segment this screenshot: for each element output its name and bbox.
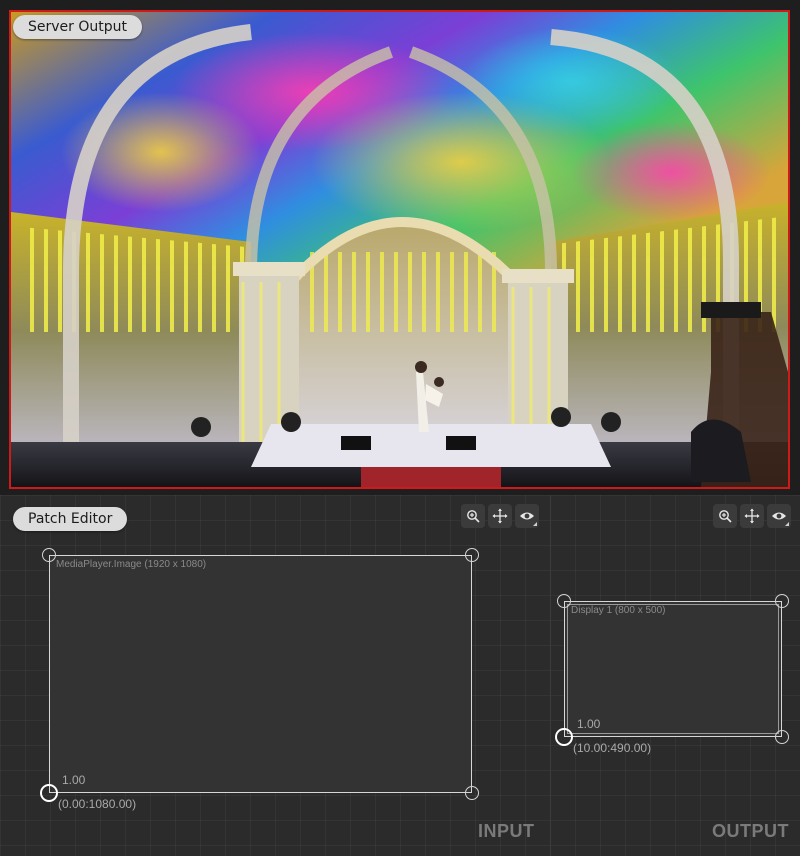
output-origin-coordinates: (10.00:490.00) [573,741,652,755]
input-toolbar [461,504,539,528]
output-handle-bottom-right[interactable] [775,730,789,744]
dropdown-corner-icon [533,522,537,526]
move-icon [744,508,760,524]
patch-editor-label: Patch Editor [13,507,128,531]
move-icon [492,508,508,524]
output-handle-top-left[interactable] [557,594,571,608]
projection-photo [11,12,788,487]
input-section-label: INPUT [478,821,535,841]
input-surface-title: MediaPlayer.Image (1920 x 1080) [56,559,207,570]
input-surface[interactable]: MediaPlayer.Image (1920 x 1080) [49,555,472,793]
input-zoom-button[interactable] [461,504,485,528]
input-handle-origin[interactable] [40,784,58,802]
input-output-divider [550,495,551,856]
input-handle-top-right[interactable] [465,548,479,562]
input-scale-value: 1.00 [62,773,86,787]
output-surface-title: Display 1 (800 x 500) [571,605,666,616]
output-handle-origin[interactable] [555,728,573,746]
server-output-label: Server Output [13,15,142,39]
output-move-button[interactable] [740,504,764,528]
output-visibility-button[interactable] [767,504,791,528]
zoom-icon [719,510,732,523]
input-visibility-button[interactable] [515,504,539,528]
eye-icon [772,512,786,520]
input-handle-bottom-right[interactable] [465,786,479,800]
zoom-icon [467,510,480,523]
input-move-button[interactable] [488,504,512,528]
input-handle-top-left[interactable] [42,548,56,562]
output-handle-top-right[interactable] [775,594,789,608]
output-toolbar [713,504,791,528]
server-output-panel: Server Output [0,0,800,495]
output-zoom-button[interactable] [713,504,737,528]
eye-icon [520,512,534,520]
server-output-frame[interactable] [9,10,790,489]
patch-editor-panel: Patch Editor MediaPlayer.Image (1920 x 1… [0,495,800,856]
output-section-label: OUTPUT [712,821,789,841]
output-surface-inner-border [567,604,779,734]
dropdown-corner-icon [785,522,789,526]
input-origin-coordinates: (0.00:1080.00) [58,797,137,811]
output-scale-value: 1.00 [577,717,601,731]
